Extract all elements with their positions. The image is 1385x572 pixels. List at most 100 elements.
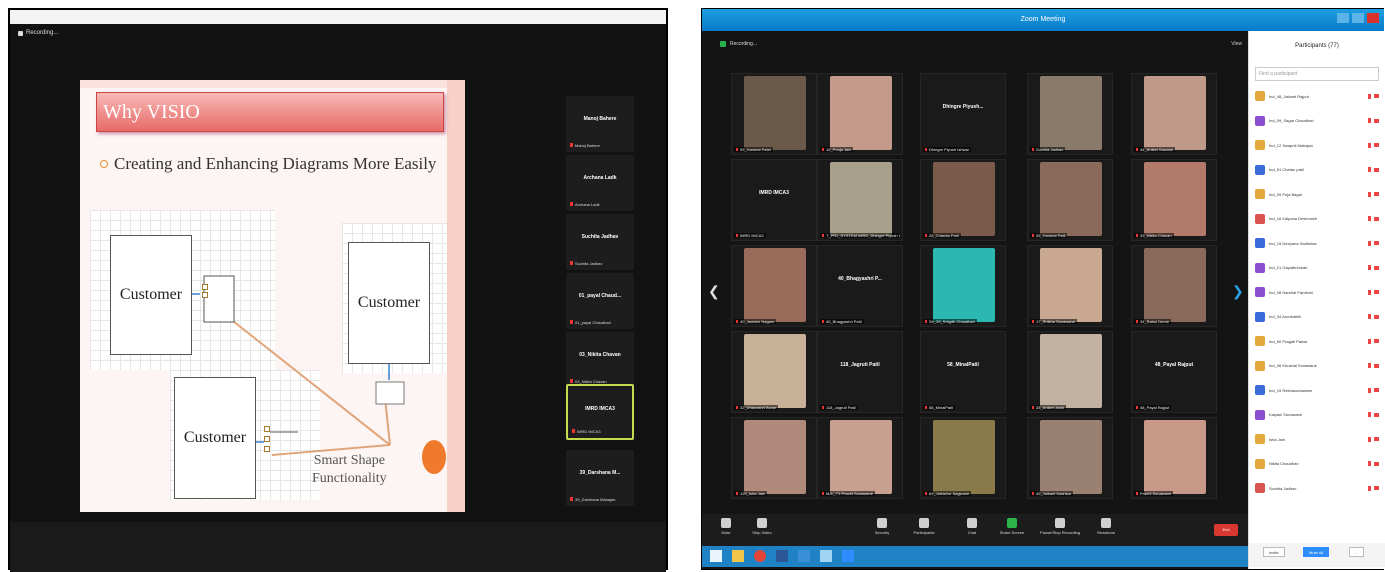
video-tile[interactable]: Prachi Sonawane bbox=[1131, 417, 1217, 499]
video-tile[interactable]: T_PRJ_SYSTEM IMRD_Dhingre Piyush Ishwar bbox=[817, 159, 903, 241]
panel-footer: Invite Mute All ... bbox=[1249, 543, 1385, 567]
participant-row[interactable]: Ind_16 Kalpana Deshmukh bbox=[1255, 210, 1379, 228]
participant-label: 28_Aniket Joshi bbox=[1030, 405, 1067, 410]
video-tile[interactable]: Suchita Jadhav bbox=[1027, 73, 1113, 155]
video-tile[interactable]: 48_Payal Rajput 48_Payal Rajput bbox=[1131, 331, 1217, 413]
avatar bbox=[1255, 189, 1265, 199]
video-tile[interactable]: 33_Nikita Chavan bbox=[1131, 159, 1217, 241]
video-tile[interactable]: 118_Jagruti Patil 118_Jagruti Patil bbox=[817, 331, 903, 413]
participant-label: Archana Ladk bbox=[570, 202, 600, 207]
video-tile[interactable]: Sh_33_Snigdh Chaudhari bbox=[920, 245, 1006, 327]
share-screen-button[interactable]: Share Screen bbox=[992, 518, 1032, 535]
video-tile[interactable]: 58_MinalPatil 58_MinalPatil bbox=[920, 331, 1006, 413]
participant-row[interactable]: Nikita Chaudhari bbox=[1255, 455, 1379, 473]
participant-row[interactable]: Ind_12 Swapnil Mahajan bbox=[1255, 136, 1379, 154]
participant-search-input[interactable]: Find a participant bbox=[1255, 67, 1379, 81]
close-button[interactable] bbox=[1367, 13, 1379, 23]
video-off-icon bbox=[1374, 314, 1379, 319]
video-tile[interactable]: 44_Aniket Salunke bbox=[1131, 73, 1217, 155]
participant-row[interactable]: Ind_09 Puja Bagal bbox=[1255, 185, 1379, 203]
pause-recording-button[interactable]: Pause/Stop Recording bbox=[1034, 518, 1086, 535]
participant-video bbox=[744, 334, 806, 408]
participant-thumbnail[interactable]: 03_Nikita Chavan 03_Nikita Chavan bbox=[566, 332, 634, 388]
participant-row[interactable]: Ind_60 Pragati Pawar bbox=[1255, 332, 1379, 350]
video-tile[interactable]: 09_Harshal Patel bbox=[731, 73, 817, 155]
recording-indicator[interactable]: Recording... bbox=[18, 30, 58, 36]
participant-name: Ind_09 Puja Bagal bbox=[1269, 191, 1302, 197]
chrome-icon[interactable] bbox=[754, 550, 766, 562]
app-icon[interactable] bbox=[820, 550, 832, 562]
video-tile[interactable]: 32_Dhanashri Borse bbox=[731, 331, 817, 413]
participants-button[interactable]: Participants bbox=[904, 518, 944, 535]
word-icon[interactable] bbox=[776, 550, 788, 562]
video-tile[interactable]: 28_Aniket Joshi bbox=[1027, 331, 1113, 413]
invite-button[interactable]: Invite bbox=[1263, 547, 1285, 557]
video-tile[interactable]: 16_Pooja Jain bbox=[817, 73, 903, 155]
participant-thumbnail-active[interactable]: IMRD IMCA3 IMRD IMCA3 bbox=[566, 384, 634, 440]
participants-panel: Participants (77) Find a participant Ind… bbox=[1248, 31, 1385, 569]
participant-name: Suchita Jadhav bbox=[1269, 485, 1297, 491]
minimize-button[interactable] bbox=[1337, 13, 1349, 23]
avatar bbox=[1255, 140, 1265, 150]
avatar bbox=[1255, 360, 1265, 371]
video-tile[interactable]: 120_Isha Jain bbox=[731, 417, 817, 499]
video-tile[interactable]: Dhingre Piyush... Dhingre Piyush Ishwar bbox=[920, 73, 1006, 155]
participant-label: Manoj Bahere bbox=[570, 143, 600, 148]
end-meeting-button[interactable]: End bbox=[1214, 524, 1238, 536]
participant-row[interactable]: Ind_09_Sagar Chaudhari bbox=[1255, 112, 1379, 130]
app-icon[interactable] bbox=[798, 550, 810, 562]
participant-thumbnail[interactable]: Suchita Jadhav Suchita Jadhav bbox=[566, 214, 634, 270]
mute-button[interactable]: Mute bbox=[706, 518, 746, 535]
participant-label: 49_Jaikant Kashkar bbox=[1030, 491, 1074, 496]
video-tile[interactable]: 40_Bhagyashri P... 40_Bhagyashri Patil bbox=[817, 245, 903, 327]
connection-point-icon bbox=[264, 446, 270, 452]
participant-row[interactable]: Ind_21 Gayathrirokde bbox=[1255, 259, 1379, 277]
view-button[interactable]: View bbox=[1231, 41, 1242, 47]
video-tile[interactable]: 40_Jamkini Nagare bbox=[731, 245, 817, 327]
participant-thumbnail[interactable]: 39_Darshana M... 39_Darshana Mahajan bbox=[566, 450, 634, 506]
participant-row[interactable]: Ind_48_Jaikant Rajput bbox=[1255, 87, 1379, 105]
participant-video bbox=[1040, 420, 1102, 494]
participant-thumbnail[interactable]: 01_payal Chaud... 01_payal Chaudhari bbox=[566, 273, 634, 329]
security-button[interactable]: Security bbox=[862, 518, 902, 535]
maximize-button[interactable] bbox=[1352, 13, 1364, 23]
video-tile[interactable]: 28_Chanda Patil bbox=[920, 159, 1006, 241]
folder-icon[interactable] bbox=[732, 550, 744, 562]
participant-row[interactable]: Ind_08 Harshal Pardeshi bbox=[1255, 283, 1379, 301]
zoom-icon[interactable] bbox=[842, 550, 854, 562]
mute-all-button[interactable]: Mute All bbox=[1303, 547, 1330, 557]
more-button[interactable]: ... bbox=[1349, 547, 1365, 557]
video-tile[interactable]: 34_Rahul Deore bbox=[1131, 245, 1217, 327]
windows-start-icon[interactable] bbox=[710, 550, 722, 562]
participant-row[interactable]: Ind_51 Chetan patil bbox=[1255, 161, 1379, 179]
video-tile[interactable]: 49_Jaikant Kashkar bbox=[1027, 417, 1113, 499]
participant-name: 118_Jagruti Patil bbox=[840, 362, 880, 368]
page-prev-icon[interactable]: ❮ bbox=[708, 283, 720, 313]
video-tile[interactable]: IMRD IMCA3 IMRD IMCA3 bbox=[731, 159, 817, 241]
video-tile[interactable]: 69_Jaikishor Sagwane bbox=[920, 417, 1006, 499]
video-off-icon bbox=[1374, 167, 1379, 172]
participant-row[interactable]: Ind_15 Deepana Sadhekar bbox=[1255, 234, 1379, 252]
stop-video-button[interactable]: Stop Video bbox=[742, 518, 782, 535]
muted-microphone-icon bbox=[1368, 338, 1371, 344]
page-next-icon[interactable]: ❯ bbox=[1232, 283, 1244, 313]
participant-row[interactable]: Ind_34 Arunkathik bbox=[1255, 308, 1379, 326]
participant-thumbnail[interactable]: Archana Ladk Archana Ladk bbox=[566, 155, 634, 211]
video-off-icon bbox=[1374, 290, 1379, 294]
participant-thumbnail[interactable]: Manoj Bahere Manoj Bahere bbox=[566, 96, 634, 152]
reactions-button[interactable]: Reactions bbox=[1086, 518, 1126, 535]
participant-label: 17_Shikha Sonawane bbox=[1030, 319, 1077, 324]
zoom-window: Zoom Meeting Recording... View 09_Harsha… bbox=[701, 8, 1385, 570]
participant-row[interactable]: Kalyani Sonawane bbox=[1255, 406, 1379, 424]
participant-row[interactable]: Ind_06 Khushal Sonawane bbox=[1255, 357, 1379, 375]
chat-button[interactable]: Chat bbox=[952, 518, 992, 535]
participant-row[interactable]: Suchita Jadhav bbox=[1255, 479, 1379, 497]
video-tile[interactable]: 05_Harshal Patil bbox=[1027, 159, 1113, 241]
participant-row[interactable]: Ind_15 Rekhasonawane bbox=[1255, 381, 1379, 399]
participant-row[interactable]: Isha Jain bbox=[1255, 430, 1379, 448]
reaction-icon bbox=[1101, 518, 1111, 528]
recording-indicator[interactable]: Recording... bbox=[720, 41, 757, 47]
video-tile[interactable]: 17_Shikha Sonawane bbox=[1027, 245, 1113, 327]
participant-label: 44_Aniket Salunke bbox=[1134, 147, 1176, 152]
video-tile[interactable]: MJL_T1 Prachi Sonawane bbox=[817, 417, 903, 499]
